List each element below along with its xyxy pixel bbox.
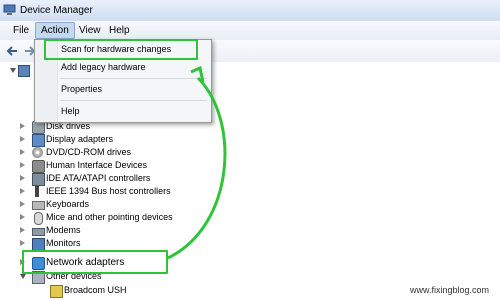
mouse-icon — [34, 212, 43, 225]
root-expander-icon[interactable] — [10, 68, 16, 73]
menu-bar: File Action View Help — [0, 21, 500, 41]
menu-separator — [60, 100, 207, 101]
menu-item-properties[interactable]: Properties — [61, 82, 102, 97]
keyboard-icon — [32, 201, 45, 210]
expand-icon[interactable] — [20, 175, 25, 181]
hid-icon — [32, 160, 45, 173]
menu-item-add-legacy-hardware[interactable]: Add legacy hardware — [61, 60, 146, 75]
menu-item-help[interactable]: Help — [61, 104, 80, 119]
network-highlight-box — [22, 250, 168, 274]
menu-view[interactable]: View — [74, 23, 106, 38]
expand-icon[interactable] — [20, 123, 25, 129]
expand-icon[interactable] — [20, 162, 25, 168]
scan-highlight-box — [44, 39, 198, 60]
collapse-icon[interactable] — [20, 274, 26, 279]
computer-icon — [18, 65, 30, 77]
expand-icon[interactable] — [20, 136, 25, 142]
menu-action[interactable]: Action — [35, 22, 75, 39]
device-manager-icon — [3, 4, 16, 15]
ide-icon — [32, 173, 45, 186]
title-bar: Device Manager — [0, 0, 500, 22]
menu-separator — [60, 78, 207, 79]
expand-icon[interactable] — [20, 149, 25, 155]
menu-help[interactable]: Help — [104, 23, 135, 38]
expand-icon[interactable] — [20, 240, 25, 246]
watermark: www.fixingblog.com — [410, 285, 490, 295]
expand-icon[interactable] — [20, 227, 25, 233]
warning-device-icon — [50, 285, 63, 298]
window-title: Device Manager — [20, 5, 93, 16]
expand-icon[interactable] — [20, 214, 25, 220]
display-icon — [32, 134, 45, 147]
menu-file[interactable]: File — [8, 23, 34, 38]
firewire-icon — [35, 186, 39, 197]
expand-icon[interactable] — [20, 188, 25, 194]
expand-icon[interactable] — [20, 201, 25, 207]
dvd-icon — [32, 147, 43, 158]
modem-icon — [32, 228, 45, 236]
back-arrow-icon[interactable] — [6, 44, 20, 58]
